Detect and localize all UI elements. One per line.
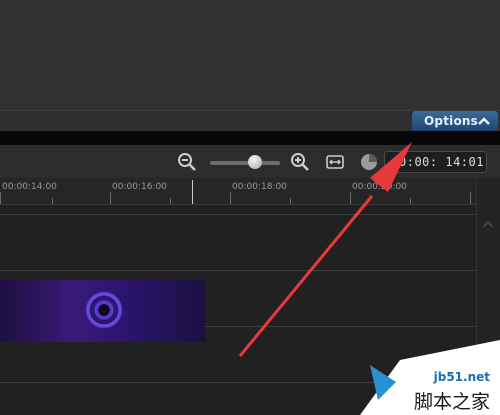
ruler-tick [230, 192, 231, 204]
ruler-tick [350, 192, 351, 204]
ruler-tick [170, 198, 171, 204]
zoom-out-icon[interactable] [177, 152, 197, 172]
options-label: Options [424, 114, 478, 128]
ruler-tick [0, 192, 1, 204]
playhead[interactable] [192, 180, 193, 204]
clock-icon[interactable] [360, 153, 378, 171]
timecode-display[interactable]: 0:00: 14:01 [384, 151, 487, 173]
preview-area [0, 0, 500, 110]
options-button[interactable]: Options [412, 111, 498, 131]
fit-to-timeline-icon[interactable] [326, 154, 344, 170]
ruler-label: 00:00:14:00 [2, 182, 57, 192]
ruler-tick [110, 192, 111, 204]
zoom-in-icon[interactable] [290, 152, 310, 172]
ruler-tick [410, 198, 411, 204]
ruler-tick [470, 192, 471, 204]
track-divider [0, 214, 476, 215]
ruler-label: 00:00:16:00 [112, 182, 167, 192]
track-divider [0, 270, 476, 271]
ruler-tick [52, 198, 53, 204]
watermark-chinese: 脚本之家 [413, 391, 490, 413]
video-clip[interactable] [0, 280, 205, 342]
watermark-site: jb51.net [433, 370, 490, 384]
timeline-header-band [0, 131, 500, 145]
clip-thumbnail [82, 288, 126, 332]
watermark: jb51.net 脚本之家 [360, 340, 500, 415]
ruler-label: 00:00:20:00 [352, 182, 407, 192]
ruler-tick [290, 198, 291, 204]
ruler-label: 00:00:18:00 [232, 182, 287, 192]
zoom-slider-thumb[interactable] [248, 155, 262, 169]
chevron-up-icon[interactable] [482, 214, 494, 228]
zoom-slider[interactable] [210, 161, 280, 165]
